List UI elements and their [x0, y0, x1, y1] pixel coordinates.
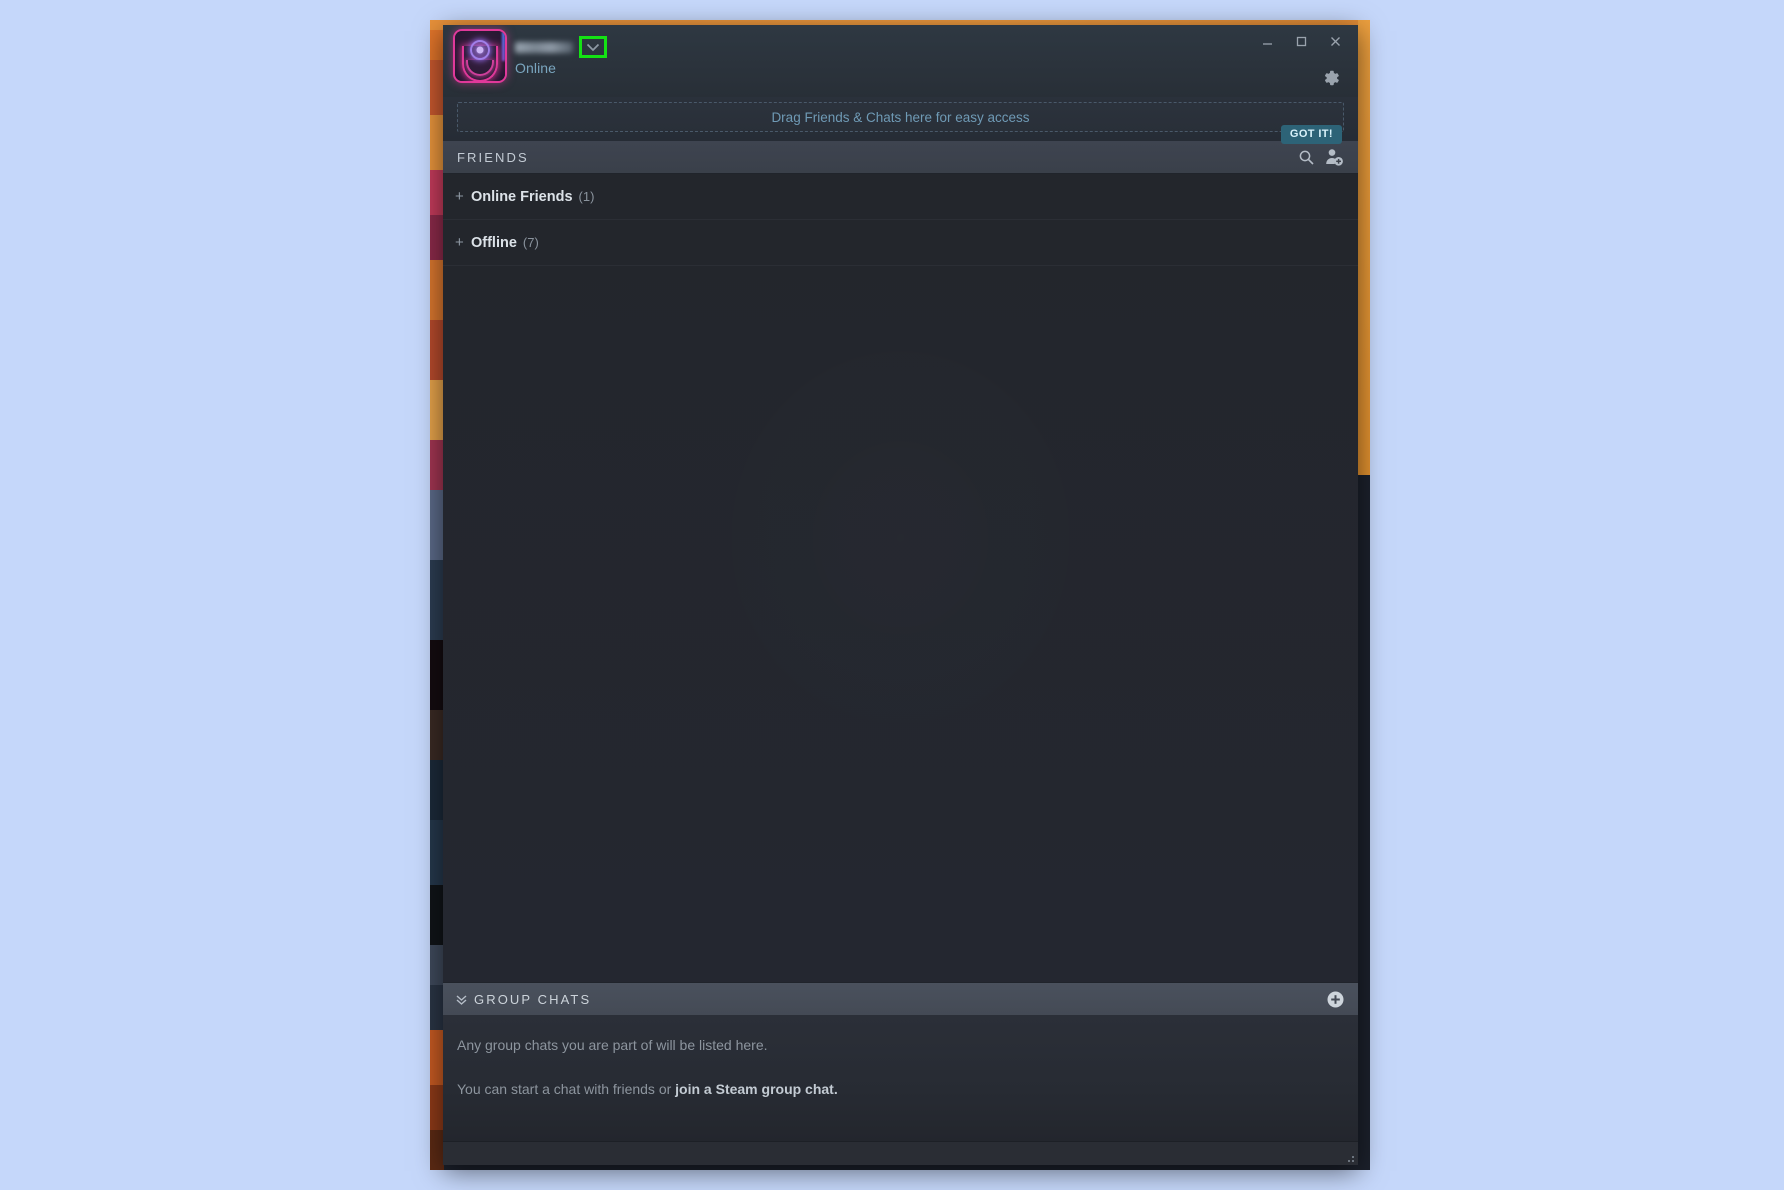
- avatar[interactable]: [455, 31, 505, 81]
- search-icon: [1299, 150, 1314, 165]
- friends-group-online[interactable]: + Online Friends (1): [443, 174, 1358, 220]
- user-name-row: [515, 36, 607, 58]
- group-chats-empty-line2: You can start a chat with friends or joi…: [457, 1081, 1358, 1097]
- window-controls: [1252, 29, 1350, 53]
- group-chats-empty-line1: Any group chats you are part of will be …: [457, 1037, 768, 1053]
- background-library-artwork-strip: [430, 20, 444, 1170]
- settings-gear-button[interactable]: [1318, 65, 1344, 91]
- avatar-edge-glow: [502, 31, 505, 61]
- search-friends-button[interactable]: [1292, 143, 1320, 171]
- add-friend-icon: [1326, 149, 1343, 166]
- create-group-chat-button[interactable]: [1322, 986, 1348, 1012]
- friends-list: + Online Friends (1) + Offline (7): [443, 174, 1358, 982]
- user-block: Online: [455, 31, 607, 81]
- group-chats-empty-prefix: You can start a chat with friends or: [457, 1081, 676, 1097]
- user-name-redacted: [515, 41, 573, 53]
- status-dropdown-button[interactable]: [579, 36, 607, 58]
- plus-circle-icon: [1327, 991, 1343, 1007]
- got-it-button[interactable]: GOT IT!: [1280, 125, 1342, 144]
- expander-icon: +: [455, 234, 464, 251]
- close-button[interactable]: [1320, 29, 1350, 53]
- friends-group-label: Online Friends: [471, 188, 573, 205]
- friends-group-offline[interactable]: + Offline (7): [443, 220, 1358, 266]
- minimize-button[interactable]: [1252, 29, 1282, 53]
- group-chats-collapse-button[interactable]: [455, 993, 468, 1006]
- user-meta: Online: [515, 31, 607, 76]
- chevron-double-down-icon: [456, 994, 467, 1005]
- background-window-right-strip: [1358, 20, 1370, 475]
- friends-group-label: Offline: [471, 234, 517, 251]
- group-chats-title: GROUP CHATS: [474, 991, 592, 1007]
- group-chats-section-header[interactable]: GROUP CHATS: [443, 982, 1358, 1015]
- gear-icon: [1325, 70, 1339, 86]
- user-status-label: Online: [515, 60, 557, 76]
- drag-friends-dropzone[interactable]: Drag Friends & Chats here for easy acces…: [457, 102, 1344, 132]
- expander-icon: +: [455, 188, 464, 205]
- friends-group-count: (1): [578, 189, 595, 204]
- add-friend-button[interactable]: [1320, 143, 1348, 171]
- drag-hint-text: Drag Friends & Chats here for easy acces…: [771, 109, 1030, 125]
- chevron-down-icon: [586, 43, 600, 51]
- friends-group-count: (7): [522, 235, 539, 250]
- resize-grip[interactable]: [1344, 1152, 1354, 1162]
- group-chats-empty-state: Any group chats you are part of will be …: [443, 1015, 1358, 1141]
- friends-section-header: FRIENDS: [443, 141, 1358, 174]
- friends-header-title: FRIENDS: [457, 149, 529, 165]
- window-titlebar: Online: [443, 25, 1358, 97]
- window-bottom-bar: [443, 1141, 1358, 1165]
- drag-hint-region: Drag Friends & Chats here for easy acces…: [443, 97, 1358, 144]
- join-steam-group-chat-link[interactable]: join a Steam group chat.: [675, 1081, 838, 1097]
- maximize-button[interactable]: [1286, 29, 1316, 53]
- friends-list-window: Online Drag Friends & Chats here for eas…: [443, 25, 1358, 1165]
- avatar-center-dot: [476, 46, 484, 54]
